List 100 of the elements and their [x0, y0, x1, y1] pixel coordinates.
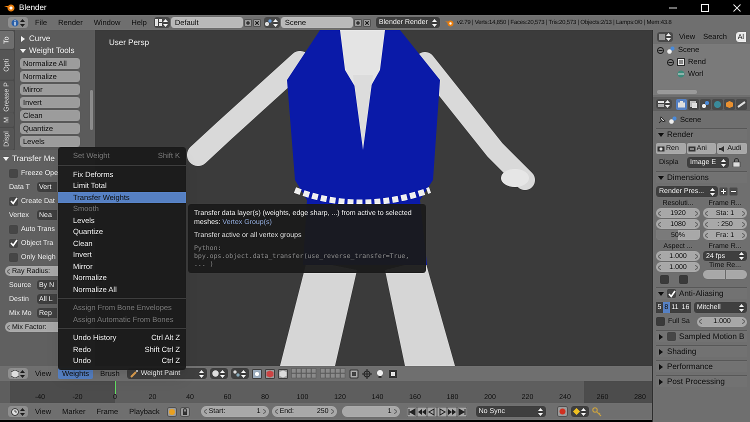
collapse-toggle-icon[interactable]	[667, 58, 674, 66]
up-down-arrows-icon	[721, 158, 726, 166]
lock-icon[interactable]	[180, 406, 190, 416]
checkmark-icon	[668, 290, 676, 298]
clock-icon	[11, 408, 19, 416]
keying-dropdown[interactable]	[570, 406, 589, 417]
shading-dropdown[interactable]	[210, 368, 228, 379]
caret-down-icon[interactable]	[658, 174, 664, 180]
caret-down-icon[interactable]	[658, 132, 664, 138]
panel-title: Curve	[29, 35, 50, 43]
chevron-right-icon	[694, 222, 698, 226]
checkbox[interactable]	[656, 317, 665, 326]
chevron-left-icon	[204, 409, 207, 414]
up-down-arrows-icon	[273, 18, 278, 26]
square-icon[interactable]	[348, 368, 359, 378]
up-down-arrows-icon	[710, 188, 715, 196]
chevron-left-icon	[699, 319, 702, 324]
checkbox[interactable]	[9, 252, 18, 262]
up-down-arrows-icon	[220, 370, 226, 378]
properties-tab[interactable]	[724, 98, 735, 110]
checkbox[interactable]	[667, 332, 676, 341]
chevron-left-icon	[7, 268, 10, 274]
current-frame-line	[115, 381, 116, 394]
caret-right-icon[interactable]	[658, 334, 664, 340]
caret-right-icon[interactable]	[658, 348, 664, 354]
properties-tab[interactable]	[688, 98, 699, 110]
record-icon[interactable]	[166, 406, 177, 416]
checkbox[interactable]	[9, 238, 18, 248]
minus-icon[interactable]	[729, 187, 738, 196]
checkbox[interactable]	[667, 289, 676, 298]
chevron-left-icon	[658, 254, 661, 258]
play-icon[interactable]	[436, 406, 447, 416]
viewport-label: User Persp	[109, 39, 150, 47]
properties-tab[interactable]	[736, 98, 747, 110]
close-icon[interactable]	[362, 18, 371, 26]
up-down-arrows-icon	[739, 252, 744, 260]
screen-layout-icon	[155, 19, 162, 26]
selector-button[interactable]	[264, 17, 280, 28]
checkbox[interactable]	[9, 224, 18, 234]
plus-icon[interactable]	[354, 18, 362, 26]
section-title: Post Processing	[667, 378, 725, 386]
number-field[interactable]	[703, 270, 724, 279]
checkbox[interactable]	[660, 275, 669, 284]
caret-right-icon[interactable]	[20, 36, 26, 42]
checkbox[interactable]	[679, 275, 688, 284]
chevron-left-icon	[705, 222, 708, 226]
pivot-dropdown[interactable]	[230, 368, 249, 379]
editor-type-button[interactable]	[8, 17, 28, 28]
up-down-arrows-icon	[163, 18, 168, 26]
diamond-icon	[573, 408, 580, 415]
chevron-left-icon	[274, 409, 278, 414]
editor-type-button[interactable]	[8, 368, 28, 379]
up-down-arrows-icon	[198, 370, 204, 378]
section-title: Render	[667, 130, 694, 138]
light-icon[interactable]	[374, 368, 385, 378]
caret-down-icon[interactable]	[20, 48, 26, 54]
properties-tab[interactable]	[676, 98, 687, 110]
cube-icon[interactable]	[278, 368, 288, 378]
plus-icon[interactable]	[244, 18, 252, 26]
selector-button[interactable]	[154, 17, 170, 28]
caret-down-icon[interactable]	[3, 156, 9, 162]
play-reverse-icon[interactable]	[426, 406, 437, 416]
up-down-arrows-icon	[739, 304, 744, 312]
chevron-left-icon	[705, 210, 708, 216]
caret-down-icon[interactable]	[658, 290, 664, 296]
editor-type-button[interactable]	[656, 99, 672, 109]
chevron-right-icon	[694, 210, 698, 216]
lock-icon[interactable]	[732, 158, 741, 167]
editor-type-button[interactable]	[657, 32, 673, 42]
pin-icon[interactable]	[658, 116, 666, 124]
list-icon	[659, 34, 665, 40]
scene-icon	[265, 19, 272, 26]
section-title: Performance	[667, 362, 713, 370]
editor-type-button[interactable]	[8, 406, 28, 417]
checkbox[interactable]	[9, 196, 18, 206]
panel-title: Transfer Me	[12, 155, 55, 163]
film-icon	[688, 144, 696, 152]
section-title: Dimensions	[667, 174, 709, 182]
caret-right-icon[interactable]	[658, 364, 664, 370]
info-icon	[11, 18, 19, 26]
number-field[interactable]	[726, 270, 747, 279]
vertex-select-icon[interactable]	[252, 368, 262, 378]
chain-icon	[737, 100, 746, 108]
chevron-right-icon	[742, 319, 745, 324]
chevron-right-icon	[742, 232, 745, 238]
cube-icon[interactable]	[264, 368, 275, 378]
properties-tab[interactable]	[700, 98, 711, 110]
collapse-toggle-icon[interactable]	[657, 46, 664, 54]
caret-right-icon[interactable]	[658, 378, 664, 384]
dots-icon	[233, 370, 240, 377]
film-icon[interactable]	[388, 368, 398, 378]
checkbox[interactable]	[9, 168, 18, 178]
close-icon[interactable]	[252, 18, 261, 26]
chevron-left-icon	[658, 222, 661, 226]
chevron-right-icon	[742, 210, 745, 216]
image-icon	[657, 144, 665, 152]
blender-logo-icon	[444, 18, 454, 26]
record-icon[interactable]	[556, 406, 568, 417]
scrollbar[interactable]	[90, 90, 93, 130]
maximize-icon[interactable]	[700, 4, 710, 12]
